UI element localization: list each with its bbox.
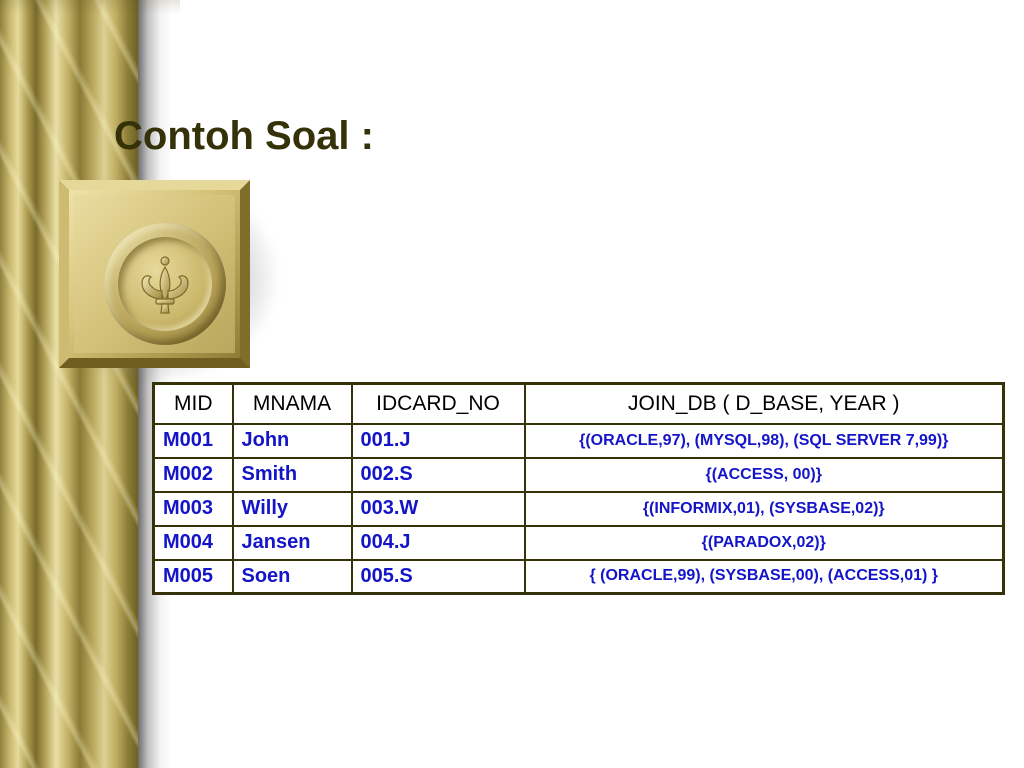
cell-mnama: Smith <box>231 456 353 493</box>
cell-join-db: {(PARADOX,02)} <box>523 524 1005 561</box>
column-header-idcard-no: IDCARD_NO <box>350 382 526 425</box>
column-top-shade <box>0 0 180 14</box>
data-table: MID MNAMA IDCARD_NO JOIN_DB ( D_BASE, YE… <box>152 382 1005 595</box>
table-row: M004 Jansen 004.J {(PARADOX,02)} <box>152 524 1005 561</box>
cell-mid: M003 <box>152 490 234 527</box>
cell-idcard-no: 004.J <box>350 524 526 561</box>
cell-idcard-no: 005.S <box>350 558 526 595</box>
ornament-medallion <box>118 237 212 331</box>
cell-mnama: John <box>231 422 353 459</box>
cell-join-db: {(ACCESS, 00)} <box>523 456 1005 493</box>
table-header-row: MID MNAMA IDCARD_NO JOIN_DB ( D_BASE, YE… <box>152 382 1005 425</box>
table-row: M002 Smith 002.S {(ACCESS, 00)} <box>152 456 1005 493</box>
table-row: M003 Willy 003.W {(INFORMIX,01), (SYSBAS… <box>152 490 1005 527</box>
column-header-mnama: MNAMA <box>231 382 353 425</box>
fleur-de-lis-icon <box>141 256 189 314</box>
cell-join-db: {(ORACLE,97), (MYSQL,98), (SQL SERVER 7,… <box>523 422 1005 459</box>
plaque-face <box>74 195 235 353</box>
cell-idcard-no: 002.S <box>350 456 526 493</box>
table-row: M001 John 001.J {(ORACLE,97), (MYSQL,98)… <box>152 422 1005 459</box>
column-header-join-db: JOIN_DB ( D_BASE, YEAR ) <box>523 382 1005 425</box>
cell-mid: M004 <box>152 524 234 561</box>
cell-mid: M001 <box>152 422 234 459</box>
table-row: M005 Soen 005.S { (ORACLE,99), (SYSBASE,… <box>152 558 1005 595</box>
column-header-mid: MID <box>152 382 234 425</box>
cell-join-db: { (ORACLE,99), (SYSBASE,00), (ACCESS,01)… <box>523 558 1005 595</box>
cell-mid: M002 <box>152 456 234 493</box>
cell-mnama: Soen <box>231 558 353 595</box>
slide-title: Contoh Soal : <box>114 114 374 158</box>
cell-mnama: Jansen <box>231 524 353 561</box>
cell-idcard-no: 001.J <box>350 422 526 459</box>
ornament-ring <box>104 223 226 345</box>
cell-mnama: Willy <box>231 490 353 527</box>
cell-idcard-no: 003.W <box>350 490 526 527</box>
cell-mid: M005 <box>152 558 234 595</box>
ornament-plaque <box>59 180 250 368</box>
cell-join-db: {(INFORMIX,01), (SYSBASE,02)} <box>523 490 1005 527</box>
